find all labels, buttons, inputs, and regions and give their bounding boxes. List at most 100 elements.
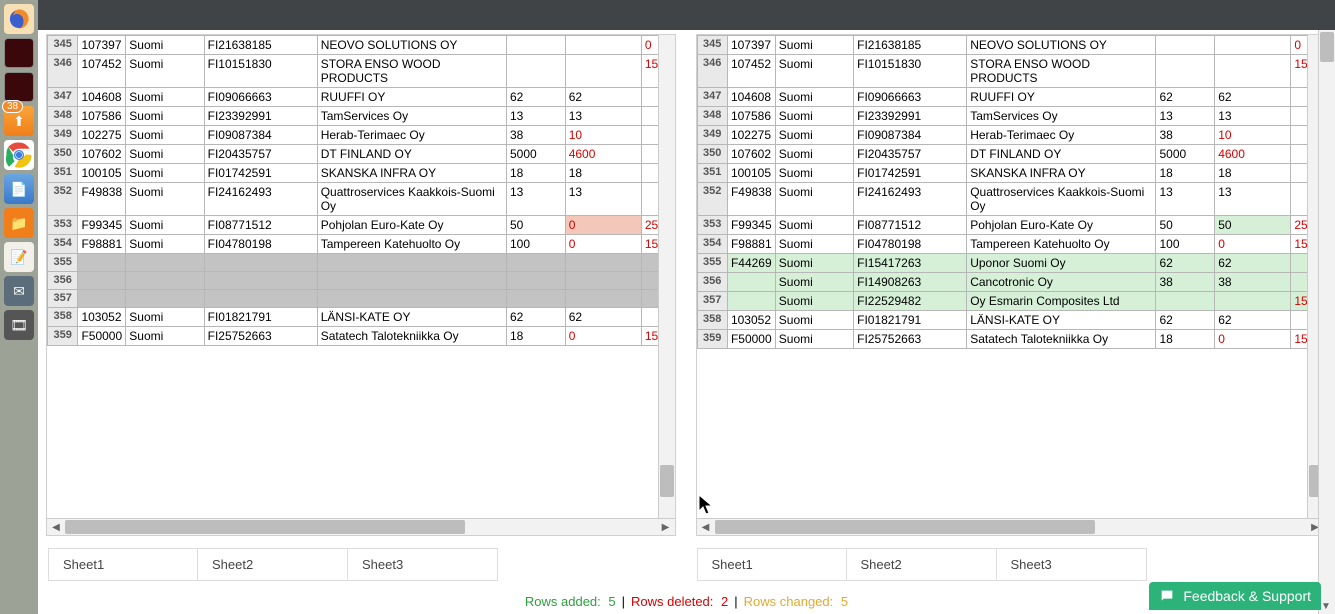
right-grid-viewport[interactable]: 345107397SuomiFI21638185NEOVO SOLUTIONS … [697,35,1325,518]
document-viewer-icon[interactable]: 📄 [4,174,34,204]
table-row[interactable]: 350107602SuomiFI20435757DT FINLAND OY500… [48,145,675,164]
table-row[interactable]: 356SuomiFI14908263Cancotronic Oy3838 [697,273,1324,292]
cell-val-a[interactable]: 38 [506,126,565,145]
cell-id[interactable]: 103052 [78,308,126,327]
terminal-icon[interactable] [4,38,34,68]
cell-vat[interactable]: FI15417263 [854,254,967,273]
cell-vat[interactable]: FI09087384 [854,126,967,145]
feedback-button[interactable]: Feedback & Support [1149,582,1321,610]
row-header[interactable]: 352 [48,183,78,216]
cell-country[interactable]: Suomi [775,216,853,235]
cell-id[interactable]: 100105 [78,164,126,183]
table-row[interactable]: 346107452SuomiFI10151830STORA ENSO WOOD … [697,55,1324,88]
cell-val-a[interactable]: 62 [506,88,565,107]
cell-val-a[interactable]: 13 [506,107,565,126]
cell-val-b[interactable] [565,55,641,88]
sheet-tab[interactable]: Sheet3 [348,548,498,581]
cell-country[interactable]: Suomi [775,36,853,55]
cell-vat[interactable]: FI20435757 [854,145,967,164]
cell-id[interactable]: 107586 [727,107,775,126]
cell-val-a[interactable]: 18 [1156,330,1215,349]
row-header[interactable]: 346 [48,55,78,88]
firefox-icon[interactable] [4,4,34,34]
cell-vat[interactable] [204,254,317,272]
cell-val-a[interactable]: 13 [1156,183,1215,216]
cell-country[interactable]: Suomi [775,126,853,145]
scrollbar-thumb[interactable] [1320,32,1334,62]
cell-vat[interactable]: FI20435757 [204,145,317,164]
row-header[interactable]: 355 [48,254,78,272]
cell-company[interactable]: DT FINLAND OY [317,145,506,164]
cell-id[interactable] [78,254,126,272]
cell-company[interactable]: Pohjolan Euro-Kate Oy [967,216,1156,235]
cell-val-a[interactable]: 50 [1156,216,1215,235]
text-editor-icon[interactable]: 📝 [4,242,34,272]
cell-val-a[interactable]: 13 [1156,107,1215,126]
cell-val-a[interactable]: 62 [1156,311,1215,330]
cell-id[interactable]: F98881 [78,235,126,254]
table-row[interactable]: 351100105SuomiFI01742591SKANSKA INFRA OY… [697,164,1324,183]
row-header[interactable]: 345 [697,36,727,55]
row-header[interactable]: 345 [48,36,78,55]
cell-id[interactable] [78,290,126,308]
cell-company[interactable]: Pohjolan Euro-Kate Oy [317,216,506,235]
table-row[interactable]: 353F99345SuomiFI08771512Pohjolan Euro-Ka… [48,216,675,235]
cell-val-b[interactable] [565,290,641,308]
cell-val-b[interactable] [565,272,641,290]
file-manager-icon[interactable]: 📁 [4,208,34,238]
cell-company[interactable]: Quattroservices Kaakkois-Suomi Oy [317,183,506,216]
table-row[interactable]: 351100105SuomiFI01742591SKANSKA INFRA OY… [48,164,675,183]
cell-val-b[interactable] [1215,36,1291,55]
cell-id[interactable]: 107602 [78,145,126,164]
cell-company[interactable]: STORA ENSO WOOD PRODUCTS [317,55,506,88]
cell-country[interactable]: Suomi [126,183,204,216]
cell-company[interactable]: Satatech Talotekniikka Oy [967,330,1156,349]
row-header[interactable]: 358 [48,308,78,327]
scroll-left-arrow-icon[interactable]: ◀ [49,520,63,534]
cell-val-b[interactable]: 0 [565,327,641,346]
cell-val-a[interactable]: 18 [506,164,565,183]
cell-vat[interactable]: FI25752663 [854,330,967,349]
row-header[interactable]: 357 [48,290,78,308]
table-row[interactable]: 349102275SuomiFI09087384Herab-Terimaec O… [697,126,1324,145]
cell-val-b[interactable]: 62 [1215,88,1291,107]
table-row[interactable]: 352F49838SuomiFI24162493Quattroservices … [697,183,1324,216]
cell-val-b[interactable]: 50 [1215,216,1291,235]
left-vertical-scrollbar[interactable] [658,35,675,518]
cell-company[interactable]: Uponor Suomi Oy [967,254,1156,273]
table-row[interactable]: 347104608SuomiFI09066663RUUFFI OY6262 [697,88,1324,107]
cell-vat[interactable]: FI04780198 [854,235,967,254]
cell-id[interactable]: 102275 [727,126,775,145]
cell-country[interactable]: Suomi [126,164,204,183]
table-row[interactable]: 357 [48,290,675,308]
cell-val-b[interactable]: 10 [1215,126,1291,145]
cell-id[interactable] [727,273,775,292]
row-header[interactable]: 353 [697,216,727,235]
row-header[interactable]: 354 [697,235,727,254]
cell-vat[interactable]: FI23392991 [854,107,967,126]
scroll-right-arrow-icon[interactable]: ▶ [659,520,673,534]
table-row[interactable]: 348107586SuomiFI23392991TamServices Oy13… [697,107,1324,126]
row-header[interactable]: 347 [697,88,727,107]
cell-country[interactable]: Suomi [775,292,853,311]
cell-country[interactable]: Suomi [126,126,204,145]
terminal-icon-2[interactable] [4,72,34,102]
row-header[interactable]: 350 [697,145,727,164]
cell-vat[interactable]: FI21638185 [204,36,317,55]
cell-val-b[interactable]: 13 [1215,183,1291,216]
table-row[interactable]: 359F50000SuomiFI25752663Satatech Talotek… [48,327,675,346]
scrollbar-thumb[interactable] [660,465,674,497]
cell-id[interactable]: 107452 [727,55,775,88]
table-row[interactable]: 352F49838SuomiFI24162493Quattroservices … [48,183,675,216]
cell-val-a[interactable]: 50 [506,216,565,235]
cell-val-a[interactable] [506,36,565,55]
row-header[interactable]: 353 [48,216,78,235]
chrome-icon[interactable] [4,140,34,170]
cell-company[interactable]: LÄNSI-KATE OY [967,311,1156,330]
cell-vat[interactable]: FI21638185 [854,36,967,55]
cell-vat[interactable]: FI01742591 [204,164,317,183]
cell-company[interactable]: SKANSKA INFRA OY [317,164,506,183]
row-header[interactable]: 357 [697,292,727,311]
cell-val-b[interactable]: 10 [565,126,641,145]
cell-company[interactable]: Tampereen Katehuolto Oy [967,235,1156,254]
